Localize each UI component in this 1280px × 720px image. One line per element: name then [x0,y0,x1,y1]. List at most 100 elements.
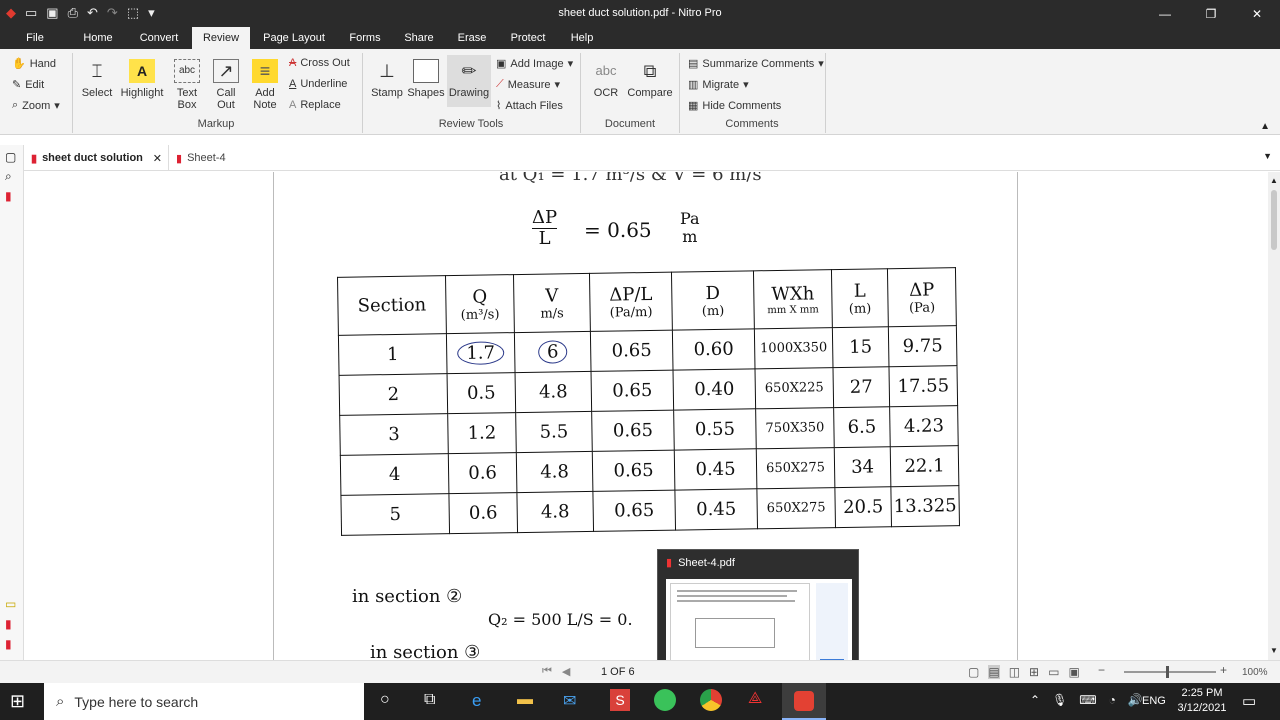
vertical-scrollbar[interactable]: ▲ ▼ [1268,172,1280,660]
wifi-icon[interactable]: ◔ [1109,693,1116,707]
table-cell: 15 [832,326,889,368]
keyboard-icon[interactable]: ⌨ [1079,693,1096,707]
measure-button[interactable]: ⟋ Measure ▾ [496,78,560,91]
header-main: D [705,282,721,304]
call-out-icon: ↗ [213,59,239,83]
cortana-icon[interactable]: ○ [380,691,390,709]
language-indicator[interactable]: ENG [1142,695,1166,707]
prev-page-icon[interactable]: ◀ [562,665,570,678]
facing-icon[interactable]: ◫ [1009,665,1020,679]
fit-page-icon[interactable]: ▣ [1068,665,1079,679]
zoom-out-icon[interactable]: − [1098,663,1105,677]
microphone-icon[interactable]: 🎙 [1052,693,1067,707]
mail-icon[interactable]: ✉ [563,691,576,711]
pdf-page[interactable]: at Q₁ = 1.7 m³/s & V = 6 m/s ΔP L = 0.65… [273,172,1018,660]
minimize-button[interactable]: — [1142,0,1188,27]
highlight-button[interactable]: A Highlight [117,59,167,99]
search-panel-icon[interactable]: ⌕ [5,169,12,184]
taskbar-search-box[interactable]: ⌕ Type here to search [44,683,364,720]
page-indicator[interactable]: 1 OF 6 [601,666,635,678]
comments-panel-icon[interactable]: ▭ [5,597,16,611]
add-note-button[interactable]: ≡ Add Note [248,59,282,111]
shapes-label: Shapes [407,87,445,99]
facing-continuous-icon[interactable]: ⊞ [1029,665,1039,679]
zoom-icon: ⌕ [12,99,19,111]
task-view-icon[interactable]: ⧉ [424,691,435,709]
file-explorer-icon[interactable]: ▬ [517,691,533,709]
table-cell: 34 [834,446,891,488]
underline-label: Underline [300,78,348,90]
tab-protect[interactable]: Protect [505,27,551,49]
continuous-icon[interactable]: ▤ [988,665,1000,679]
text-box-icon: abc [174,59,200,83]
tab-file[interactable]: File [18,27,52,49]
hand-tool[interactable]: ✋ Hand [12,57,56,71]
zoom-slider[interactable] [1124,666,1216,678]
tab-share[interactable]: Share [400,27,438,49]
maximize-button[interactable]: ❐ [1188,0,1234,27]
table-cell-circled: 1.7 [446,332,516,374]
drawing-button[interactable]: ✏ Drawing [447,55,491,107]
whatsapp-icon[interactable] [654,689,676,711]
close-button[interactable]: ✕ [1234,0,1280,27]
zoom-in-icon[interactable]: + [1220,663,1227,677]
notification-icon[interactable]: ▭ [1242,692,1256,710]
fit-width-icon[interactable]: ▭ [1048,665,1059,679]
highlight-icon: A [129,59,155,83]
tab-forms[interactable]: Forms [343,27,387,49]
ribbon-tabs: File Home Convert Review Page Layout For… [0,27,1280,49]
tab-review[interactable]: Review [192,27,250,49]
ocr-button[interactable]: abc OCR [590,59,622,99]
signatures-panel-icon[interactable]: ▮ [5,637,12,651]
edit-tool[interactable]: ✎ Edit [12,78,44,92]
first-page-icon[interactable]: ⏮ [542,665,552,678]
tab-erase[interactable]: Erase [452,27,492,49]
text-box-button[interactable]: abc Text Box [170,59,204,111]
zoom-tool[interactable]: ⌕ Zoom ▾ [12,99,60,112]
replace-button[interactable]: A Replace [289,99,341,111]
slides-app-icon[interactable]: S [610,689,630,711]
shapes-button[interactable]: Shapes [406,59,446,99]
cross-out-button[interactable]: A Cross Out [289,57,350,69]
scroll-down-icon[interactable]: ▼ [1270,646,1278,655]
header-sub: (m) [701,303,725,319]
windows-start-icon[interactable]: ⊞ [10,691,25,712]
zoom-level[interactable]: 100% [1242,667,1268,678]
hide-comments-button[interactable]: ▦ Hide Comments [688,99,781,113]
scroll-up-icon[interactable]: ▲ [1270,176,1278,185]
tab-convert[interactable]: Convert [133,27,185,49]
chrome-icon[interactable] [700,689,722,711]
stamp-button[interactable]: ⊥ Stamp [369,59,405,99]
edge-icon[interactable]: e [472,691,481,711]
nitro-taskbar-button[interactable] [782,683,826,720]
collapse-ribbon-icon[interactable]: ▲ [1260,121,1270,132]
underline-button[interactable]: A Underline [289,78,347,90]
single-page-icon[interactable]: ▢ [968,665,979,679]
table-header-row: Section Q (m³/s) Vm/s ΔP/L (Pa/m) D (m) WXh… [337,267,957,336]
doc-tab-sheet-4[interactable]: ▮ Sheet-4 [176,145,256,171]
tab-page-layout[interactable]: Page Layout [258,27,330,49]
call-out-button[interactable]: ↗ Call Out [209,59,243,111]
attach-files-button[interactable]: ⌇ Attach Files [496,99,563,113]
doc-tab-sheet-duct-solution[interactable]: ▮ sheet duct solution ✕ [27,145,169,171]
pages-panel-icon[interactable]: ▢ [5,150,16,164]
compare-button[interactable]: ⧉ Compare [626,59,674,99]
attachments-panel-icon[interactable]: ▮ [5,617,12,631]
bookmarks-panel-icon[interactable]: ▮ [5,189,12,203]
tray-expand-icon[interactable]: ⌃ [1030,693,1040,707]
migrate-button[interactable]: ▥ Migrate ▾ [688,78,749,92]
close-tab-icon[interactable]: ✕ [153,152,162,165]
tab-help[interactable]: Help [564,27,600,49]
tabs-menu-icon[interactable]: ▼ [1263,151,1272,161]
add-image-button[interactable]: ▣ Add Image ▾ [496,57,573,71]
select-button[interactable]: ⌶ Select [80,59,114,99]
summarize-comments-button[interactable]: ▤ Summarize Comments ▾ [688,57,824,71]
acrobat-icon[interactable]: ⟁ [748,690,762,708]
zoom-slider-thumb[interactable] [1166,666,1169,678]
volume-icon[interactable]: 🔊 [1128,693,1143,707]
table-cell-circled: 6 [514,331,592,373]
table-cell: 0.65 [592,490,676,532]
clock[interactable]: 2:25 PM 3/12/2021 [1172,686,1232,716]
scrollbar-thumb[interactable] [1271,190,1277,250]
tab-home[interactable]: Home [78,27,118,49]
